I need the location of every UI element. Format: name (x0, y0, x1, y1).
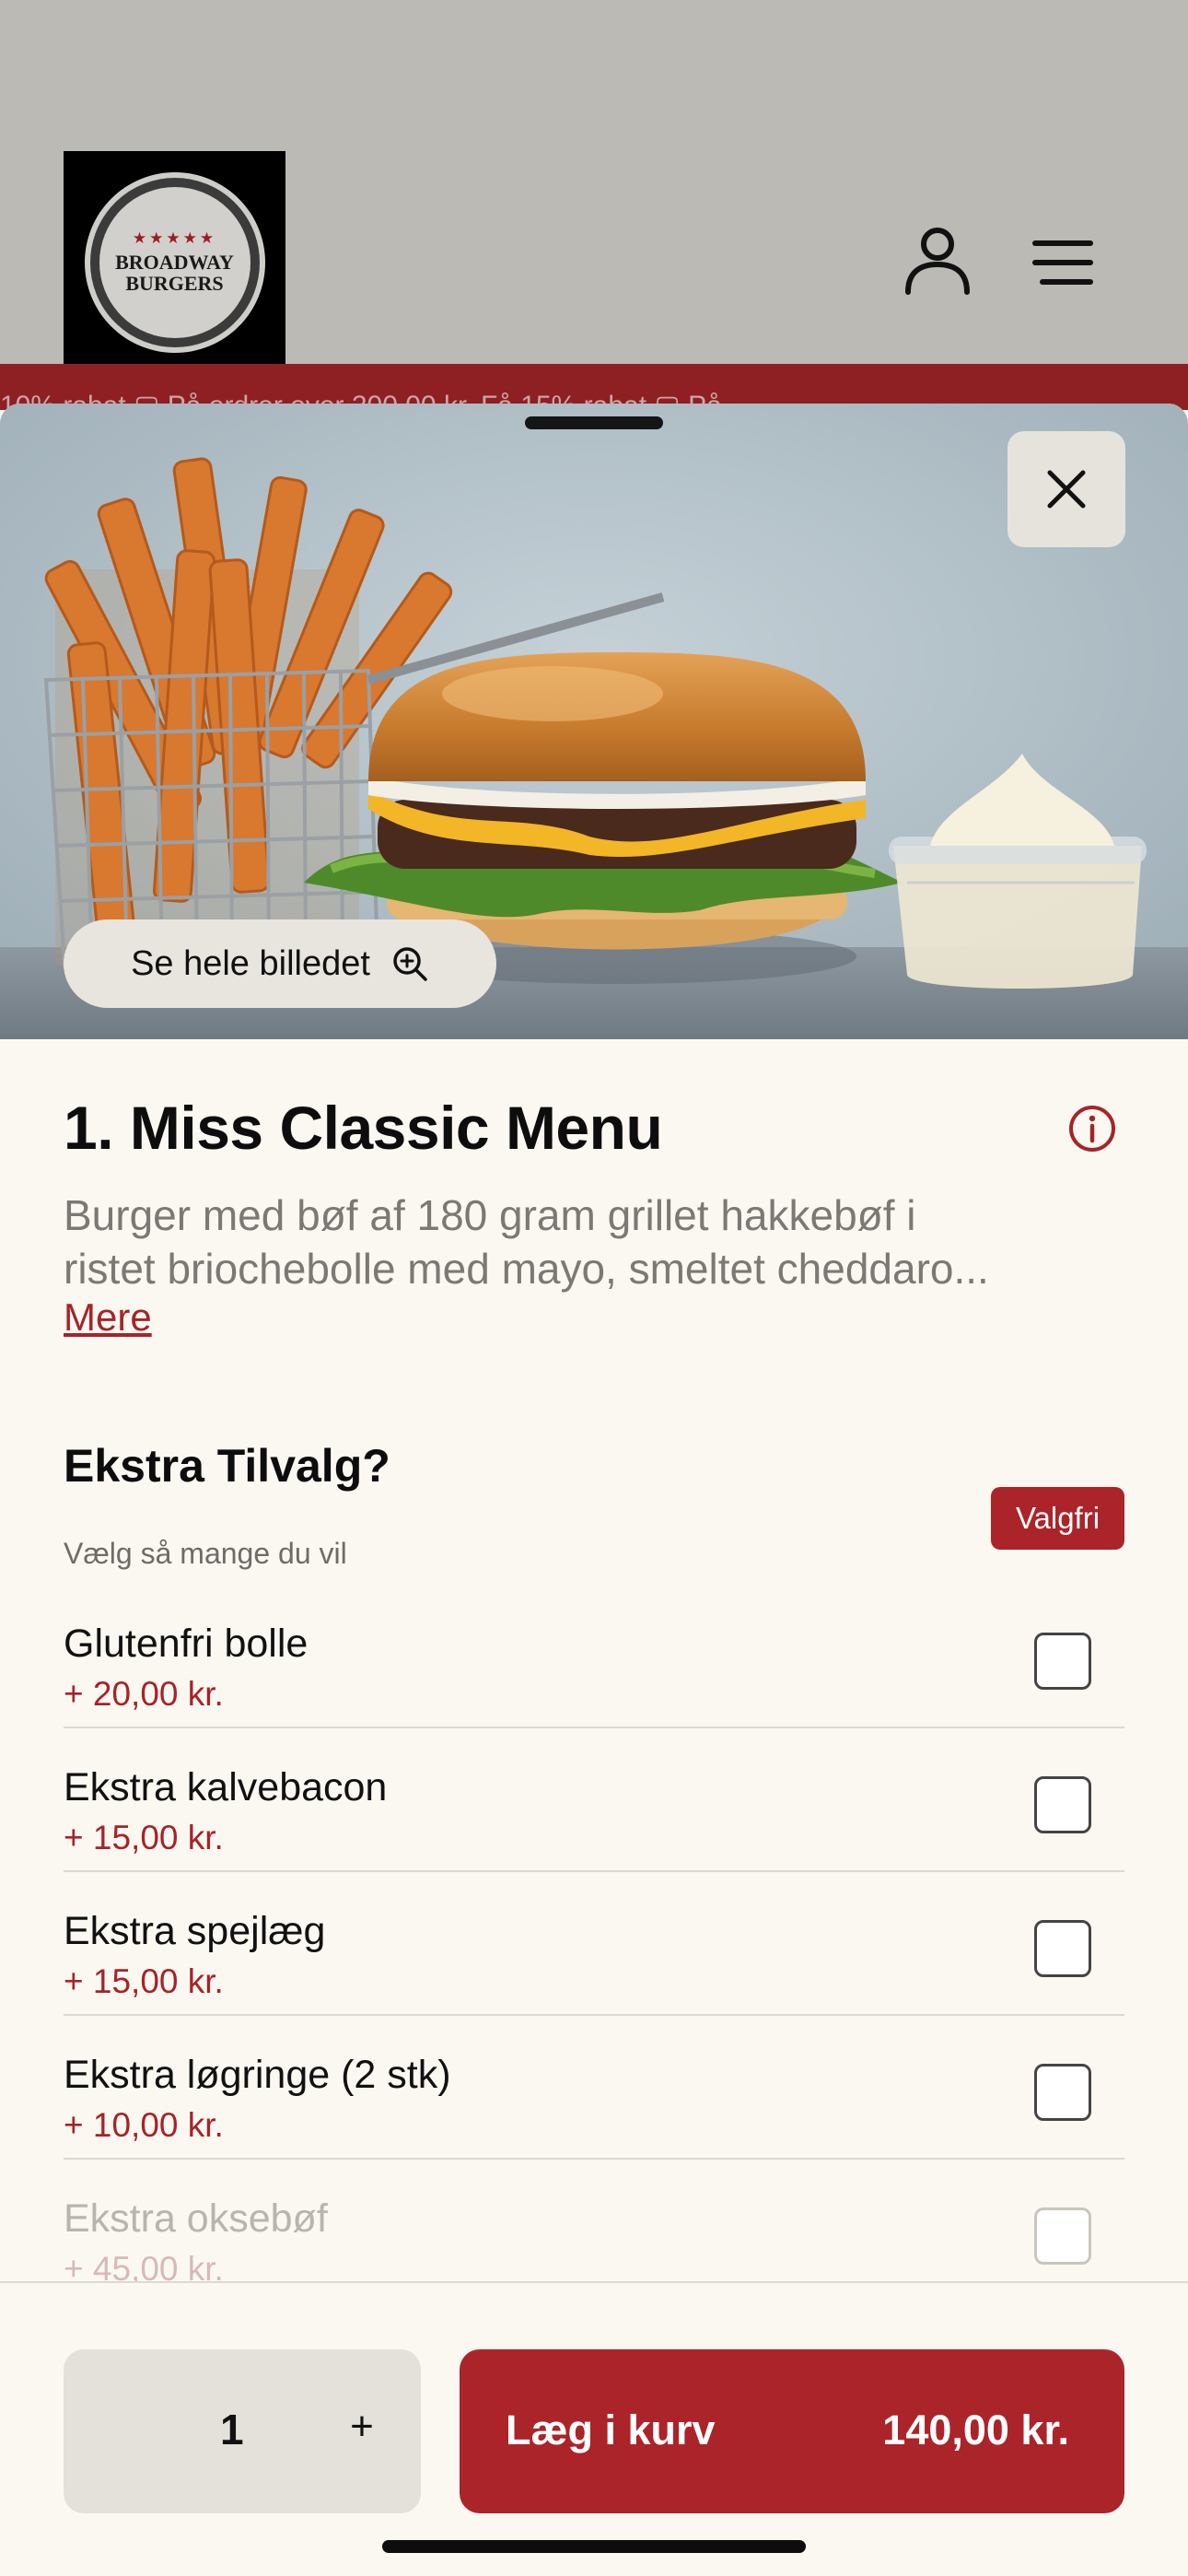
option-checkbox[interactable] (1034, 2207, 1091, 2265)
option-name: Glutenfri bolle (64, 1622, 309, 1666)
description-line-2: ristet briochebolle med mayo, smeltet ch… (64, 1245, 989, 1293)
add-to-cart-label: Læg i kurv (506, 2406, 716, 2453)
total-price: 140,00 kr. (882, 2406, 1069, 2453)
description-line-1: Burger med bøf af 180 gram grillet hakke… (64, 1191, 916, 1239)
zoom-in-icon (393, 947, 427, 981)
option-extra-onion-rings[interactable]: Ekstra løgringe (2 stk) + 10,00 kr. (64, 2016, 1124, 2160)
product-sheet: Se hele billedet 1. Miss Classic Menu Bu… (0, 404, 1188, 2576)
option-price: + 10,00 kr. (64, 2106, 224, 2144)
quantity-stepper[interactable]: 1 + (64, 2349, 421, 2513)
option-gluten-free-bun[interactable]: Glutenfri bolle + 20,00 kr. (64, 1585, 1124, 1728)
option-checkbox[interactable] (1034, 1920, 1091, 1977)
option-price: + 15,00 kr. (64, 1819, 224, 1856)
see-full-image-button[interactable]: Se hele billedet (64, 919, 496, 1008)
option-name: Ekstra oksebøf (64, 2196, 328, 2241)
plus-icon[interactable]: + (332, 2397, 391, 2456)
more-link[interactable]: Mere (64, 1295, 152, 1340)
option-price: + 20,00 kr. (64, 1675, 224, 1713)
logo-badge: ★★★★★ BROADWAY BURGERS (89, 177, 260, 347)
extras-title: Ekstra Tilvalg? (64, 1440, 390, 1492)
option-checkbox[interactable] (1034, 1633, 1091, 1690)
close-button[interactable] (1007, 431, 1125, 547)
menu-icon[interactable] (1030, 238, 1096, 287)
broadway-burgers-logo[interactable]: ★★★★★ BROADWAY BURGERS (64, 151, 285, 373)
logo-text-line1: BROADWAY (115, 250, 234, 274)
option-extra-fried-egg[interactable]: Ekstra spejlæg + 15,00 kr. (64, 1872, 1124, 2016)
option-checkbox[interactable] (1034, 1776, 1091, 1833)
see-full-image-label: Se hele billedet (131, 943, 370, 983)
add-to-cart-bar: 1 + Læg i kurv 140,00 kr. (0, 2281, 1188, 2576)
quantity-value: 1 (220, 2406, 244, 2453)
option-checkbox[interactable] (1034, 2064, 1091, 2121)
add-to-cart-button[interactable]: Læg i kurv 140,00 kr. (460, 2349, 1124, 2513)
option-name: Ekstra kalvebacon (64, 1765, 388, 1809)
info-icon[interactable] (1067, 1104, 1117, 1153)
user-icon[interactable] (903, 226, 973, 296)
extras-options-list: Glutenfri bolle + 20,00 kr. Ekstra kalve… (64, 1585, 1124, 2303)
option-name: Ekstra løgringe (2 stk) (64, 2053, 451, 2097)
home-indicator[interactable] (382, 2540, 806, 2553)
option-extra-veal-bacon[interactable]: Ekstra kalvebacon + 15,00 kr. (64, 1728, 1124, 1872)
optional-badge: Valgfri (991, 1487, 1124, 1550)
logo-stars: ★★★★★ (132, 228, 217, 247)
extras-subtitle: Vælg så mange du vil (64, 1537, 347, 1570)
product-description: Burger med bøf af 180 gram grillet hakke… (64, 1188, 1124, 1295)
app-header: ★★★★★ BROADWAY BURGERS (0, 0, 1188, 373)
option-name: Ekstra spejlæg (64, 1909, 326, 1953)
product-title: 1. Miss Classic Menu (64, 1094, 663, 1162)
logo-text-line2: BURGERS (125, 272, 224, 295)
option-price: + 15,00 kr. (64, 1962, 224, 2000)
product-image: Se hele billedet (0, 404, 1188, 1039)
sheet-grabber[interactable] (525, 416, 663, 429)
close-icon (1047, 470, 1086, 509)
